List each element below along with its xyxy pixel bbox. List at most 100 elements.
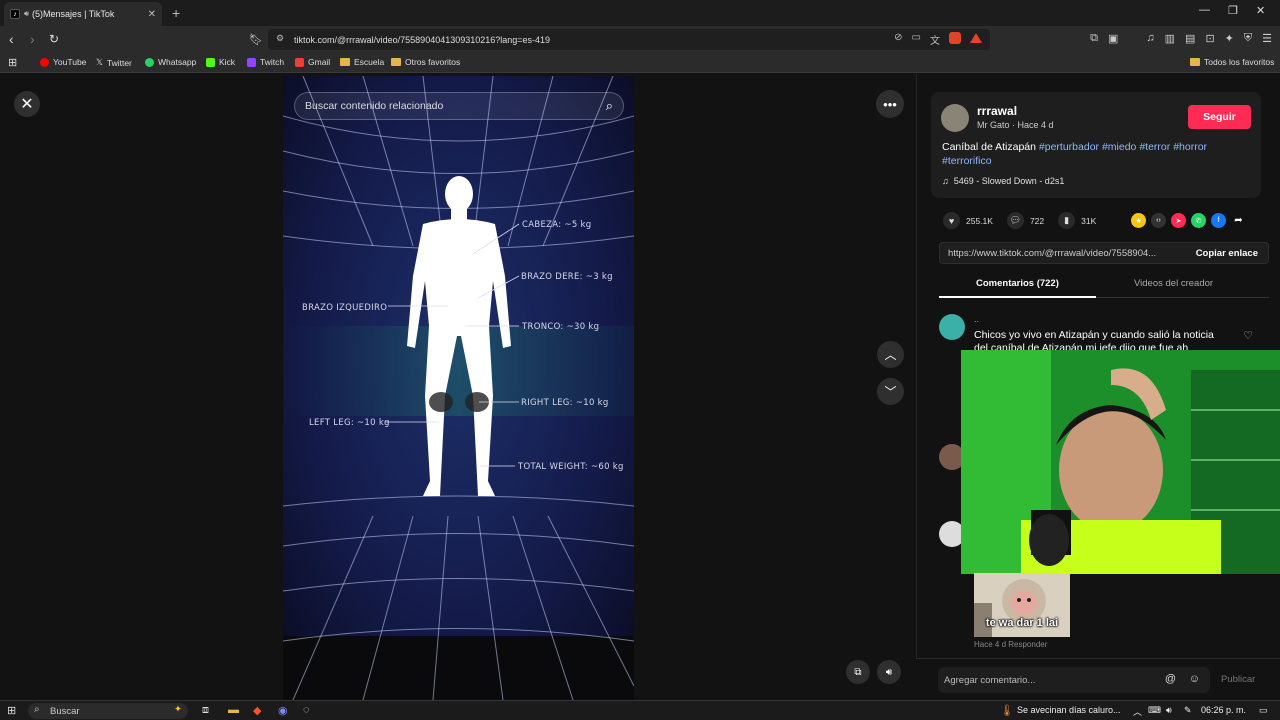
bookmark-youtube[interactable]: YouTube [40,57,86,67]
comment-button[interactable]: 💬︎ 722 [1006,212,1044,229]
speaker-icon[interactable]: 🔊︎ [24,9,29,19]
clock[interactable]: 06:26 p. m. [1201,705,1246,715]
tray-chevron-icon[interactable]: ︿ [1133,705,1142,718]
weather-icon[interactable]: 🌡︎ [1000,704,1014,717]
extensions-icon[interactable]: ⧉ [1090,32,1098,45]
search-icon[interactable]: ⌕ [606,98,613,114]
video-link-field[interactable]: https://www.tiktok.com/@rrrawal/video/75… [939,242,1269,264]
cast-icon[interactable]: ▭ [912,32,921,47]
label-tronco: TRONCO: ~30 kg [522,322,600,332]
apps-grid-icon[interactable]: ⊞ [8,56,17,69]
close-window-icon[interactable]: ✕ [1256,4,1265,17]
folder-icon [1190,58,1200,66]
bookmark-twitter[interactable]: 𝕏 Twitter [96,57,132,68]
screenshot-icon[interactable]: ▣ [1108,32,1118,45]
minimize-icon[interactable]: — [1199,4,1210,16]
bookmark-icon[interactable]: 🔖︎ [249,33,263,46]
tab-comments[interactable]: Comentarios (722) [976,278,1059,289]
task-view-icon[interactable]: ⧈ [202,704,209,717]
vpn-icon[interactable]: ⊡ [1205,32,1214,45]
comment-input[interactable]: Agregar comentario... @ ☺ [938,667,1210,693]
bookmark-gmail[interactable]: Gmail [295,57,330,67]
folder-icon [391,58,401,66]
hashtag-link[interactable]: #perturbador [1039,141,1099,153]
discord-icon[interactable]: ◉ [278,704,288,717]
hashtag-link[interactable]: #terrorifico [942,155,992,167]
weather-text[interactable]: Se avecinan días caluro... [1017,705,1121,715]
network-icon[interactable]: ⌨ [1148,705,1161,716]
taskbar: ⊞ ⌕ Buscar ✦ ⧈ ▬ ◆ ◉ ◌ 🌡︎ Se avecinan dí… [0,700,1280,720]
username[interactable]: rrrawal [977,104,1017,118]
menu-icon[interactable]: ☰ [1262,32,1272,45]
hashtag-link[interactable]: #miedo [1102,141,1136,153]
facebook-icon[interactable]: f [1211,213,1226,228]
bookmark-escuela[interactable]: Escuela [340,57,384,67]
copy-link-button[interactable]: Copiar enlace [1196,248,1258,259]
no-tracking-icon[interactable]: ⊘ [894,32,902,47]
pen-icon[interactable]: ✎ [1184,705,1192,716]
wallet-icon[interactable]: ▤ [1185,32,1195,45]
tab-creator-videos[interactable]: Videos del creador [1134,278,1213,289]
hashtag-link[interactable]: #terror [1139,141,1170,153]
reload-icon[interactable]: ↻ [49,32,59,46]
copilot-icon: ✦ [174,704,182,715]
taskbar-search[interactable]: ⌕ Buscar ✦ [28,703,188,719]
webcam-frame [961,350,1280,574]
follow-button[interactable]: Seguir [1188,105,1251,129]
site-info-icon[interactable]: ⚙ [276,33,284,44]
video-player[interactable]: CABEZA: ~5 kg BRAZO DERE: ~3 kg BRAZO IZ… [283,76,634,700]
repost-icon[interactable]: ★ [1131,213,1146,228]
notifications-icon[interactable]: ▭ [1259,705,1268,716]
avatar[interactable] [941,104,969,132]
new-tab-button[interactable]: + [172,5,180,21]
close-tab-icon[interactable]: ✕ [148,9,156,20]
translate-icon[interactable]: 文 [930,32,940,47]
more-options-button[interactable]: ••• [876,90,904,118]
bookmark-otros[interactable]: Otros favoritos [391,57,460,67]
bookmark-whatsapp[interactable]: Whatsapp [145,57,196,67]
browser-tab[interactable]: ♪ 🔊︎ (5)Mensajes | TikTok ✕ [4,2,162,26]
media-icon[interactable]: ♫ [1146,32,1154,45]
avatar[interactable] [939,314,965,340]
sidebar-icon[interactable]: ▥ [1165,32,1175,45]
bookmark-kick[interactable]: Kick [206,57,235,67]
mention-icon[interactable]: @ [1165,673,1176,685]
embed-icon[interactable]: ‹› [1151,213,1166,228]
related-search-input[interactable]: Buscar contenido relacionado ⌕ [294,92,624,120]
shield-icon[interactable]: ⛨ [1244,32,1252,45]
bookmark-twitch[interactable]: Twitch [247,57,284,67]
file-explorer-icon[interactable]: ▬ [228,704,239,716]
share-arrow-icon[interactable]: ➦ [1231,213,1246,228]
label-brazo-derecho: BRAZO DERE: ~3 kg [521,272,613,282]
app-icon[interactable]: ◌ [303,704,310,716]
tab-title: (5)Mensajes | TikTok [32,9,115,19]
restore-icon[interactable]: ❐ [1228,4,1238,17]
brave-taskbar-icon[interactable]: ◆ [253,704,261,717]
publish-button[interactable]: Publicar [1221,674,1255,685]
comment-meme-image[interactable]: te wa dar 1 lai [974,573,1070,637]
close-video-button[interactable]: ✕ [14,91,40,117]
windows-start-icon[interactable]: ⊞ [7,704,16,717]
whatsapp-icon[interactable]: ✆ [1191,213,1206,228]
previous-video-button[interactable]: ︿ [877,341,904,368]
forward-icon[interactable]: › [30,31,35,47]
like-button[interactable]: ♥ 255.1K [943,212,993,229]
music-link[interactable]: ♫ 5469 - Slowed Down - d2s1 [942,176,1064,186]
floating-player-button[interactable]: ⧉ [846,660,870,684]
volume-button[interactable]: 🔊︎ [877,660,901,684]
volume-icon[interactable]: 🔊︎ [1166,705,1172,716]
hashtag-link[interactable]: #horror [1173,141,1207,153]
comment-author[interactable]: .. [974,314,979,324]
send-icon[interactable]: ➤ [1171,213,1186,228]
heart-icon[interactable]: ♡ [1243,329,1253,342]
back-icon[interactable]: ‹ [9,31,14,47]
emoji-icon[interactable]: ☺ [1189,673,1200,685]
reply-meta[interactable]: Hace 4 d Responder [974,640,1047,649]
brave-rewards-icon[interactable] [970,33,982,43]
all-bookmarks[interactable]: Todos los favoritos [1190,57,1274,67]
leo-icon[interactable]: ✦ [1225,32,1234,45]
save-button[interactable]: ▮ 31K [1058,212,1096,229]
address-bar[interactable]: ⚙ tiktok.com/@rrrawal/video/755890404130… [268,29,990,50]
next-video-button[interactable]: ﹀ [877,378,904,405]
brave-shield-icon[interactable] [949,32,961,44]
